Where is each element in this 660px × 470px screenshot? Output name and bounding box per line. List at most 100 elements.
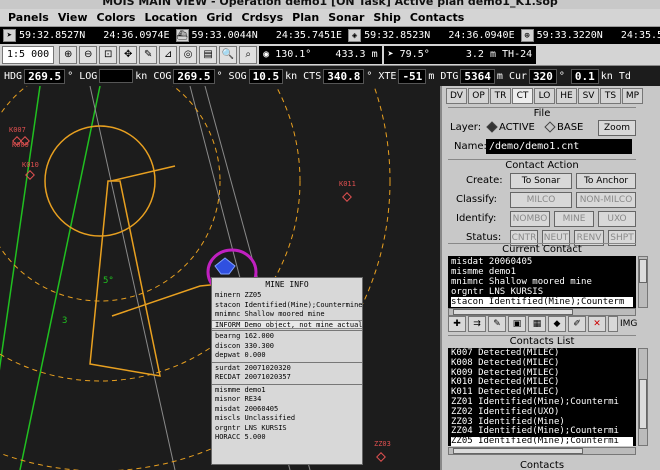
- tab-ct[interactable]: CT: [512, 88, 533, 104]
- tab-he[interactable]: HE: [556, 88, 577, 104]
- cc-scroll-thumb[interactable]: [639, 259, 647, 283]
- scale-field[interactable]: 1:5 000: [2, 45, 55, 64]
- camera-icon[interactable]: ▣: [508, 316, 526, 332]
- contacts-footer-title: Contacts: [519, 460, 565, 470]
- map-toolbar: 1:5 000 ⊕ ⊖ ⊡ ✥ ✎ ⊿ ◎ ▤ 🔍 ⌕ ◉ 130.1° 433…: [0, 44, 660, 66]
- contacts-list[interactable]: K007 Detected(MILEC) K008 Detected(MILEC…: [448, 348, 636, 446]
- current-contact-list[interactable]: misdat 20060405 mismme demo1 mnimnc Shal…: [448, 256, 636, 308]
- layers-icon[interactable]: ▤: [199, 45, 218, 64]
- tab-op[interactable]: OP: [468, 88, 489, 104]
- contact-action-title: Contact Action: [448, 159, 636, 171]
- create-label: Create:: [466, 175, 503, 186]
- menu-sonar[interactable]: Sonar: [328, 11, 364, 24]
- pencil-icon[interactable]: ✎: [139, 45, 158, 64]
- cc-hscrollbar[interactable]: [448, 308, 636, 316]
- hdg-unit: °: [67, 70, 74, 82]
- cc-scrollbar[interactable]: [638, 256, 648, 308]
- tab-ts[interactable]: TS: [600, 88, 621, 104]
- menu-panels[interactable]: Panels: [8, 11, 49, 24]
- mine-button[interactable]: MINE: [554, 211, 594, 227]
- target-icon: ⊕: [520, 29, 534, 42]
- cl-scroll-thumb[interactable]: [639, 379, 647, 429]
- measure-icon[interactable]: ⊿: [159, 45, 178, 64]
- zoom-in-icon[interactable]: ⊕: [59, 45, 78, 64]
- coord-lat-3: 59:32.8523N: [364, 30, 431, 41]
- menu-grid[interactable]: Grid: [206, 11, 232, 24]
- pan-icon[interactable]: ✥: [119, 45, 138, 64]
- contact-row-selected[interactable]: ZZ05 Identified(Mine);Countermi: [451, 436, 633, 446]
- folder-icon[interactable]: ▦: [528, 316, 546, 332]
- sonar-sector: [89, 180, 161, 377]
- menu-plan[interactable]: Plan: [292, 11, 319, 24]
- bearing-1-value: 130.1°: [275, 49, 312, 60]
- target-position: ⊕ 59:33.3220N 24:35.5156E: [518, 27, 660, 44]
- range-ring-solid: [44, 125, 156, 237]
- magnify-2-icon[interactable]: ⌕: [239, 45, 258, 64]
- merge-contact-icon[interactable]: ⇉: [468, 316, 486, 332]
- zoom-out-icon[interactable]: ⊖: [79, 45, 98, 64]
- tab-tr[interactable]: TR: [490, 88, 511, 104]
- contact-k011[interactable]: [342, 192, 352, 202]
- tag-icon[interactable]: ◆: [548, 316, 566, 332]
- tab-dv[interactable]: DV: [446, 88, 467, 104]
- cur-label: Cur: [508, 70, 527, 82]
- cl-scrollbar[interactable]: [638, 348, 648, 446]
- edit-icon[interactable]: ✎: [488, 316, 506, 332]
- label-k011: K011: [339, 180, 356, 188]
- cl-hscroll-thumb[interactable]: [453, 448, 583, 454]
- compass-icon[interactable]: ◎: [179, 45, 198, 64]
- radio-base-icon: [544, 121, 556, 133]
- popup-title: MINE INFO: [265, 280, 309, 289]
- log-unit: kn: [135, 70, 148, 82]
- layer-active-radio[interactable]: ACTIVE: [486, 121, 535, 133]
- own-ship-icon[interactable]: [214, 257, 236, 275]
- zoom-button[interactable]: Zoom: [598, 120, 636, 136]
- cc-hscroll-thumb[interactable]: [453, 309, 573, 315]
- contact-tools: ✚ ⇉ ✎ ▣ ▦ ◆ ✐ ✕ IMG: [448, 316, 637, 332]
- td-value: 0.1: [570, 68, 599, 84]
- tab-mp[interactable]: MP: [622, 88, 643, 104]
- tab-lo[interactable]: LO: [534, 88, 555, 104]
- dtg-value: 5364: [460, 68, 495, 84]
- bearing-2-value: 79.5°: [399, 49, 430, 60]
- img-checkbox[interactable]: [608, 316, 618, 332]
- nombo-button[interactable]: NOMBO: [510, 211, 550, 227]
- menu-view[interactable]: View: [58, 11, 88, 24]
- pen-icon[interactable]: ✐: [568, 316, 586, 332]
- milco-button[interactable]: MILCO: [510, 192, 572, 208]
- name-label: Name:: [454, 141, 487, 152]
- popup-miscls: miscls Unclassified: [215, 414, 296, 422]
- menu-crdsys[interactable]: Crdsys: [242, 11, 284, 24]
- magnify-icon[interactable]: 🔍: [219, 45, 238, 64]
- uxo-button[interactable]: UXO: [598, 211, 636, 227]
- popup-minern: minern ZZ05: [215, 291, 262, 299]
- to-sonar-button[interactable]: To Sonar: [510, 173, 572, 189]
- menu-contacts[interactable]: Contacts: [410, 11, 464, 24]
- coord-lon-3: 24:36.0940E: [448, 30, 515, 41]
- cl-hscrollbar[interactable]: [448, 447, 636, 455]
- menu-location[interactable]: Location: [144, 11, 197, 24]
- contact-zz03[interactable]: [376, 452, 386, 462]
- non-milco-button[interactable]: NON-MILCO: [576, 192, 636, 208]
- zoom-window-icon[interactable]: ⊡: [99, 45, 118, 64]
- mine-info-popup[interactable]: MINE INFO minern ZZ05 stacon Identified(…: [211, 277, 363, 465]
- measure-readout-1: ◉ 130.1° 433.3 m: [259, 45, 382, 64]
- menu-colors[interactable]: Colors: [97, 11, 136, 24]
- ship-icon: ⛴: [175, 29, 189, 42]
- measure-readout-2: ➤ 79.5° 3.2 m TH-24: [383, 45, 537, 64]
- label-k009: K009: [12, 141, 29, 149]
- menu-ship[interactable]: Ship: [373, 11, 400, 24]
- tab-sv[interactable]: SV: [578, 88, 599, 104]
- dtg-label: DTG: [440, 70, 459, 82]
- layer-base-radio[interactable]: BASE: [544, 121, 583, 133]
- track-id: TH-24: [502, 49, 533, 60]
- menubar: Panels View Colors Location Grid Crdsys …: [0, 9, 660, 27]
- add-contact-icon[interactable]: ✚: [448, 316, 466, 332]
- popup-recdat: RECDAT 20071020357: [215, 373, 291, 381]
- file-name-field[interactable]: /demo/demo1.cnt: [486, 139, 632, 154]
- sonar-position: ◈ 59:32.8523N 24:36.0940E: [345, 27, 518, 44]
- to-anchor-button[interactable]: To Anchor: [576, 173, 636, 189]
- delete-icon[interactable]: ✕: [588, 316, 606, 332]
- cts-value: 340.8: [323, 68, 365, 84]
- identify-label: Identify:: [456, 213, 497, 224]
